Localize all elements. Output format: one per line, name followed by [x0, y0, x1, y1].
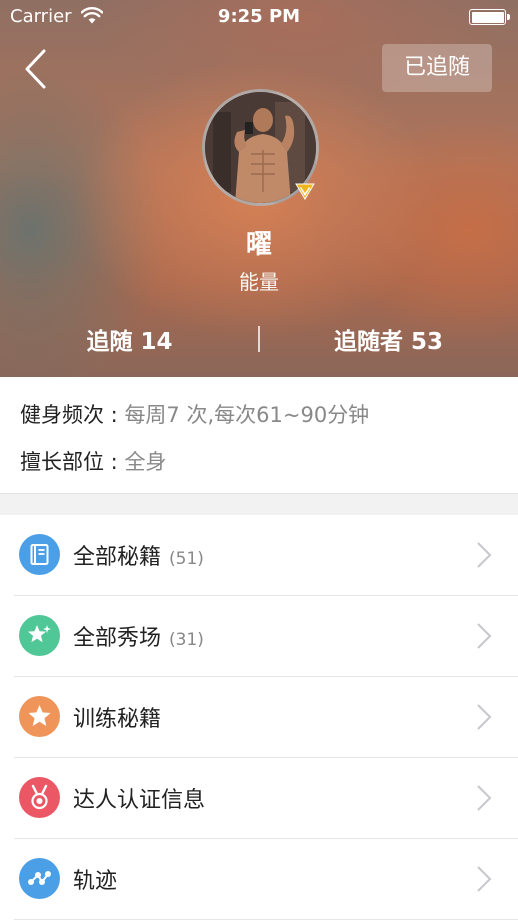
chevron-right-icon [477, 623, 492, 649]
menu-label: 全部秀场 [73, 626, 162, 651]
chevron-right-icon [477, 704, 492, 730]
menu-count: (31) [169, 630, 204, 650]
menu-item-all-shows[interactable]: 全部秀场 (31) [0, 596, 518, 677]
verified-badge-icon [295, 183, 315, 200]
frequency-value: 每周7 次,每次61~90分钟 [124, 403, 370, 427]
chevron-right-icon [477, 542, 492, 568]
menu-item-all-guides[interactable]: 全部秘籍 (51) [0, 515, 518, 596]
body-part-value: 全身 [124, 450, 167, 474]
menu-item-expert-certification[interactable]: 达人认证信息 [0, 758, 518, 839]
chevron-right-icon [477, 785, 492, 811]
menu-label: 全部秘籍 [73, 545, 162, 570]
medal-icon [19, 777, 60, 818]
sparkle-star-icon [19, 615, 60, 656]
section-divider [0, 493, 518, 515]
chevron-right-icon [477, 866, 492, 892]
profile-header: Carrier 9:25 PM 已追随 曜 能量 追随 14 追随者 53 [0, 0, 518, 377]
profile-name: 曜 [245, 230, 272, 260]
following-count[interactable]: 追随 14 [0, 322, 259, 356]
book-icon [19, 534, 60, 575]
back-button[interactable] [18, 47, 54, 91]
body-part-label: 擅长部位 : [20, 450, 125, 474]
profile-menu: 全部秘籍 (51) 全部秀场 (31) 训练秘籍 达人认证信息 轨迹 [0, 515, 518, 920]
fitness-info: 健身频次 : 每周7 次,每次61~90分钟 擅长部位 : 全身 [0, 377, 518, 493]
menu-item-training-guides[interactable]: 训练秘籍 [0, 677, 518, 758]
menu-item-track[interactable]: 轨迹 [0, 839, 518, 920]
route-icon [19, 858, 60, 899]
status-bar: Carrier 9:25 PM [0, 0, 518, 34]
menu-label: 轨迹 [73, 869, 118, 894]
frequency-row: 健身频次 : 每周7 次,每次61~90分钟 [20, 399, 369, 429]
frequency-label: 健身频次 : [20, 403, 125, 427]
menu-label: 训练秘籍 [73, 707, 162, 732]
followers-count[interactable]: 追随者 53 [259, 322, 518, 356]
menu-label: 达人认证信息 [73, 788, 206, 813]
body-part-row: 擅长部位 : 全身 [20, 446, 166, 476]
star-icon [19, 696, 60, 737]
followed-button[interactable]: 已追随 [382, 44, 492, 92]
battery-icon [469, 9, 510, 25]
profile-subtitle: 能量 [239, 270, 279, 294]
menu-count: (51) [169, 549, 204, 569]
clock: 9:25 PM [217, 6, 301, 27]
